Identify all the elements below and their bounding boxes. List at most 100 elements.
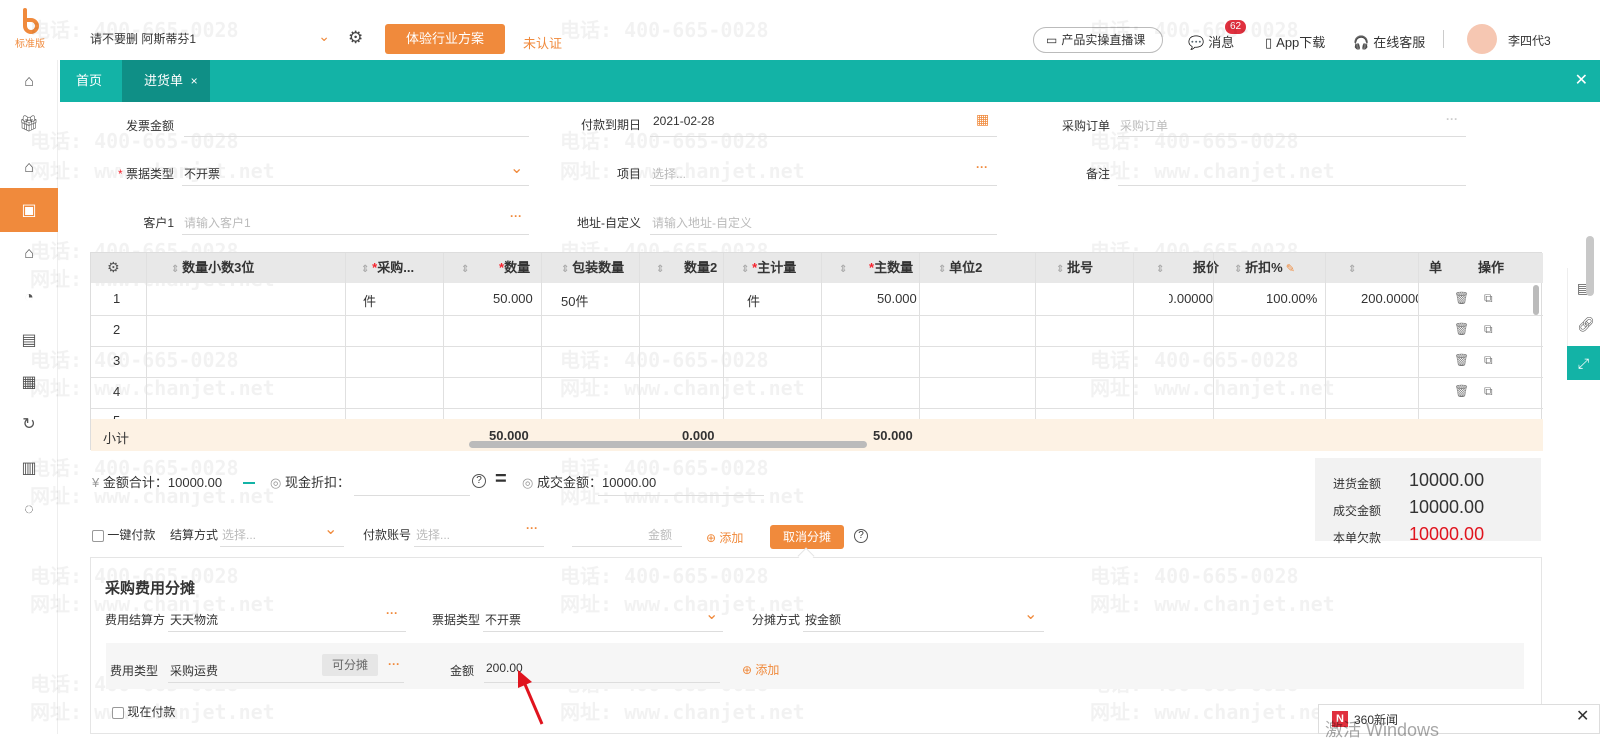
column-header[interactable]: 报价 — [1193, 253, 1220, 283]
avatar[interactable] — [1467, 24, 1497, 54]
sidebar-item-cycle[interactable]: ↻ — [0, 402, 58, 446]
pay-now-checkbox[interactable]: 现在付款 — [112, 703, 175, 720]
sidebar-item-home[interactable]: ⌂ — [0, 60, 58, 104]
more-icon[interactable]: ··· — [1446, 112, 1458, 126]
column-settings-icon[interactable]: ⚙ — [107, 259, 120, 276]
allocation-method-value[interactable]: 按金额 — [805, 611, 841, 628]
column-header[interactable]: ⇕ — [839, 253, 848, 283]
user-name[interactable]: 李四代3 — [1508, 32, 1551, 49]
project-input[interactable]: 选择... — [652, 165, 686, 182]
column-header[interactable]: 单 — [1429, 253, 1443, 283]
close-all-icon[interactable]: ✕ — [1575, 60, 1588, 102]
copy-icon[interactable]: ⧉ — [1484, 384, 1493, 399]
table-horizontal-scrollbar[interactable] — [469, 441, 867, 448]
chevron-down-icon[interactable]: ⌄ — [324, 519, 337, 539]
cell-price[interactable]: 200.00000 — [1169, 291, 1213, 306]
column-header[interactable]: ⇕ 折扣% ✎ — [1234, 253, 1296, 283]
payment-amount-input[interactable]: 金额 — [648, 526, 672, 543]
edit-icon[interactable]: ✎ — [1283, 263, 1295, 275]
messages-button[interactable]: 💬 消息 62 — [1188, 20, 1247, 51]
close-icon[interactable]: × — [191, 74, 198, 88]
expand-icon[interactable]: ⤢ — [1567, 346, 1600, 380]
sidebar-item-warehouse[interactable]: ⌂ — [0, 232, 58, 276]
address-input[interactable]: 请输入地址-自定义 — [652, 214, 752, 231]
table-vertical-scrollbar[interactable] — [1533, 285, 1539, 315]
due-date-value[interactable]: 2021-02-28 — [653, 114, 714, 128]
cell-unit-price[interactable]: 200.00000 — [1361, 291, 1418, 306]
sidebar-item-finance[interactable]: ◔ — [0, 276, 58, 320]
ticket-type-select[interactable]: 不开票 — [184, 165, 220, 182]
column-header[interactable]: ⇕ 单位2 — [938, 253, 983, 283]
column-header[interactable]: ⇕ *主计量 — [741, 253, 797, 283]
column-header[interactable]: ⇕ 批号 — [1056, 253, 1094, 283]
cell-qty[interactable]: 50.000 — [493, 291, 533, 306]
column-header[interactable]: *主数量 — [869, 253, 914, 283]
add-payment-button[interactable]: ⊕ 添加 — [706, 529, 743, 546]
more-icon[interactable]: ··· — [388, 657, 400, 671]
cell-pack-qty[interactable]: 50件 — [561, 291, 588, 310]
settle-method-select[interactable]: 选择... — [222, 526, 256, 543]
copy-icon[interactable]: ⧉ — [1484, 291, 1493, 306]
column-header[interactable]: ⇕ — [1348, 253, 1357, 283]
column-header[interactable]: ⇕ 数量小数3位 — [171, 253, 255, 283]
more-icon[interactable]: ··· — [526, 521, 538, 535]
cell-unit[interactable]: 件 — [363, 291, 376, 310]
delete-icon[interactable]: 🗑︎ — [1454, 384, 1469, 398]
column-header[interactable]: ⇕ — [656, 253, 665, 283]
fee-type-value[interactable]: 采购运费 — [170, 662, 218, 679]
column-header[interactable]: ⇕ — [461, 253, 470, 283]
app-logo[interactable]: 标准版 — [10, 8, 50, 54]
unverified-link[interactable]: 未认证 — [523, 33, 562, 52]
delete-icon[interactable]: 🗑︎ — [1454, 353, 1469, 367]
sidebar-item-document[interactable]: ▥ — [0, 446, 58, 490]
tab-home[interactable]: 首页 — [76, 60, 116, 102]
add-fee-button[interactable]: ⊕ 添加 — [742, 661, 779, 678]
copy-icon[interactable]: ⧉ — [1484, 353, 1493, 368]
invoice-amount-field[interactable] — [184, 136, 529, 137]
column-header[interactable]: ⇕ — [1156, 253, 1165, 283]
purchase-order-input[interactable]: 采购订单 — [1120, 117, 1168, 134]
account-select[interactable]: 选择... — [416, 526, 450, 543]
customer-input[interactable]: 请输入客户1 — [184, 214, 251, 231]
close-icon[interactable]: ✕ — [1576, 706, 1589, 726]
chevron-down-icon[interactable]: ⌄ — [1024, 604, 1037, 624]
cell-main-unit[interactable]: 件 — [747, 291, 760, 310]
chevron-down-icon[interactable]: ⌄ — [705, 604, 718, 624]
settings-icon[interactable]: ⚙ — [348, 28, 368, 48]
column-header[interactable]: 数量2 — [684, 253, 718, 283]
settle-party-value[interactable]: 天天物流 — [170, 611, 218, 628]
online-service-link[interactable]: 🎧 在线客服 — [1353, 32, 1425, 51]
industry-solution-button[interactable]: 体验行业方案 — [385, 24, 505, 54]
calendar-icon[interactable]: ▦ — [976, 111, 989, 128]
column-header[interactable]: *数量 — [499, 253, 531, 283]
sidebar-item-purchase[interactable]: ▣ — [0, 188, 58, 232]
sidebar-item-clipboard[interactable]: ▤ — [0, 318, 58, 362]
sidebar-item-store[interactable]: ⌂ — [0, 146, 58, 190]
app-download-link[interactable]: ▯ App下载 — [1265, 32, 1325, 51]
tab-purchase-order[interactable]: 进货单 × — [122, 60, 210, 102]
column-header[interactable]: ⇕ *采购... — [361, 253, 415, 283]
cancel-allocation-button[interactable]: 取消分摊 — [770, 525, 844, 549]
link-icon[interactable]: 🔗︎ — [1577, 316, 1595, 333]
more-icon[interactable]: ··· — [976, 160, 988, 174]
cell-discount[interactable]: 100.00% — [1266, 291, 1317, 306]
sidebar-item-gift[interactable]: 🎁︎ — [0, 102, 58, 146]
delete-icon[interactable]: 🗑︎ — [1454, 291, 1469, 305]
copy-icon[interactable]: ⧉ — [1484, 322, 1493, 337]
remark-field[interactable] — [1118, 185, 1466, 186]
page-scrollbar[interactable] — [1586, 236, 1594, 296]
sidebar-item-chat[interactable]: ◌ — [0, 488, 58, 532]
fee-ticket-type-value[interactable]: 不开票 — [485, 611, 521, 628]
live-course-button[interactable]: ▭ 产品实操直播课 — [1033, 27, 1163, 53]
delete-icon[interactable]: 🗑︎ — [1454, 322, 1469, 336]
cash-discount-field[interactable] — [354, 495, 470, 496]
help-icon[interactable]: ? — [854, 529, 868, 543]
company-select[interactable]: 请不要删 阿斯蒂芬1 ⌄ — [90, 28, 330, 52]
column-header[interactable]: ⇕ 包装数量 — [561, 253, 625, 283]
more-icon[interactable]: ··· — [510, 209, 522, 223]
help-icon[interactable]: ? — [472, 474, 486, 488]
one-click-pay-checkbox[interactable]: 一键付款 — [92, 526, 155, 543]
cell-main-qty[interactable]: 50.000 — [877, 291, 917, 306]
more-icon[interactable]: ··· — [386, 606, 398, 620]
chevron-down-icon[interactable]: ⌄ — [510, 158, 523, 178]
